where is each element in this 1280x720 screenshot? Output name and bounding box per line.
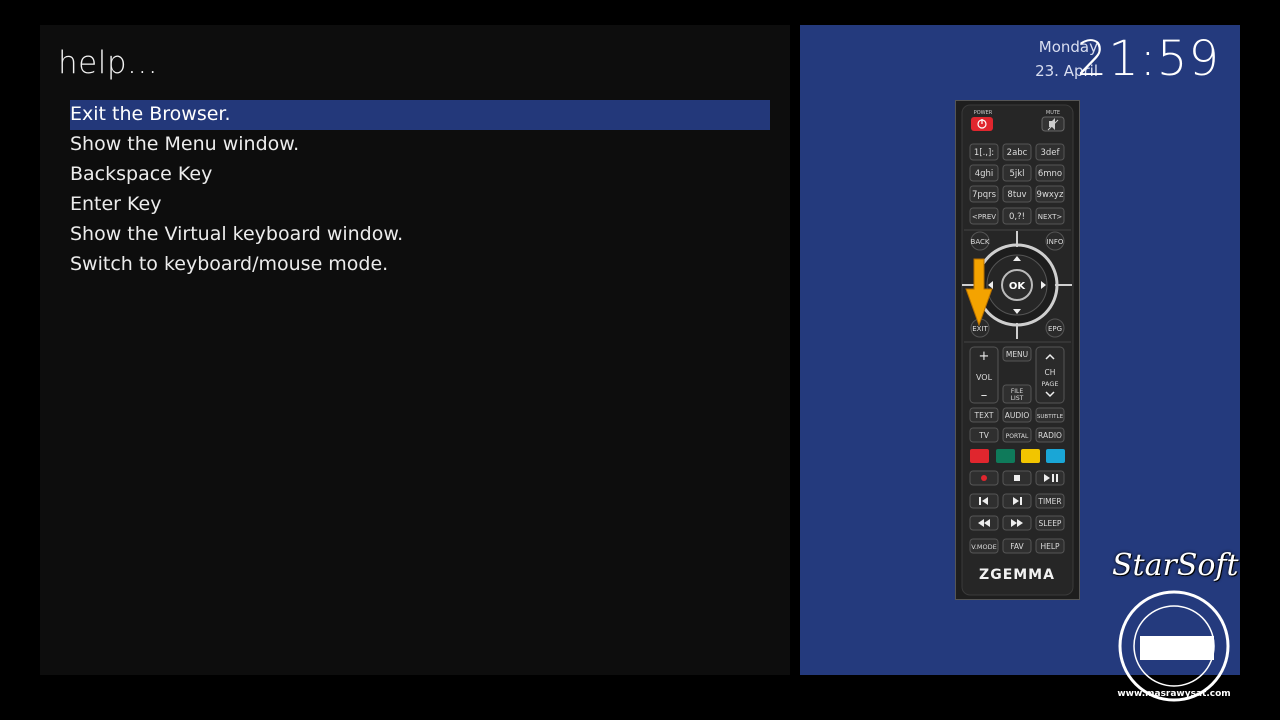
key-6: 6mno [1038, 169, 1062, 179]
key-text: TEXT [974, 411, 994, 420]
file-label: FILE [1011, 388, 1024, 395]
page-label: PAGE [1042, 380, 1059, 388]
help-item-show-menu[interactable]: Show the Menu window. [70, 130, 770, 160]
list-label: LIST [1011, 395, 1024, 402]
key-radio: RADIO [1038, 431, 1062, 440]
key-4: 4ghi [975, 169, 994, 179]
key-next: NEXT> [1038, 213, 1063, 221]
record-icon [981, 475, 987, 481]
power-label: POWER [974, 110, 993, 116]
key-audio: AUDIO [1005, 411, 1030, 420]
key-9: 9wxyz [1037, 190, 1064, 200]
key-0: 0,?! [1009, 212, 1025, 222]
vol-label: VOL [976, 373, 993, 382]
help-item-backspace[interactable]: Backspace Key [70, 160, 770, 190]
key-tv: TV [978, 431, 990, 440]
remote-brand-logo: ZGEMMA [979, 567, 1055, 583]
key-exit: EXIT [972, 325, 988, 333]
key-1: 1[.,]: [974, 148, 994, 158]
stop-icon [1014, 475, 1020, 481]
key-portal: PORTAL [1006, 433, 1029, 440]
help-item-keyboard-mouse[interactable]: Switch to keyboard/mouse mode. [70, 250, 770, 280]
ch-label: CH [1045, 368, 1056, 377]
watermark-brand: StarSoft [1112, 548, 1239, 583]
blue-key [1046, 449, 1065, 463]
key-3: 3def [1040, 148, 1060, 158]
page-title: help... [58, 45, 159, 81]
green-key [996, 449, 1015, 463]
key-menu: MENU [1006, 350, 1028, 359]
key-fav: FAV [1010, 542, 1024, 551]
remote-control-image: POWER MUTE 1[.,]: 2abc 3def 4ghi 5jkl 6m… [955, 100, 1080, 600]
watermark: StarSoft www.masrawysat.com [1108, 548, 1258, 708]
key-back: BACK [971, 238, 990, 246]
red-key [970, 449, 989, 463]
help-panel: help... Exit the Browser. Show the Menu … [40, 25, 790, 675]
key-2: 2abc [1007, 148, 1028, 158]
ok-label: OK [1009, 281, 1027, 292]
key-8: 8tuv [1007, 190, 1026, 200]
help-list: Exit the Browser. Show the Menu window. … [70, 100, 770, 280]
yellow-key [1021, 449, 1040, 463]
key-5: 5jkl [1009, 169, 1024, 179]
help-item-virtual-keyboard[interactable]: Show the Virtual keyboard window. [70, 220, 770, 250]
key-timer: TIMER [1037, 497, 1061, 506]
key-vmode: V.MODE [971, 543, 997, 551]
key-subtitle: SUBTITLE [1037, 414, 1064, 420]
watermark-seal-icon: www.masrawysat.com [1117, 590, 1231, 702]
key-help: HELP [1040, 542, 1060, 551]
svg-text:+: + [979, 349, 990, 364]
key-7: 7pqrs [972, 190, 997, 200]
mute-label: MUTE [1046, 110, 1060, 116]
key-epg: EPG [1048, 325, 1062, 333]
clock: 21:59 [1076, 31, 1220, 87]
help-item-enter[interactable]: Enter Key [70, 190, 770, 220]
key-prev: <PREV [972, 213, 996, 221]
watermark-site: www.masrawysat.com [1117, 689, 1230, 699]
svg-text:–: – [981, 388, 988, 403]
key-sleep: SLEEP [1039, 519, 1062, 528]
key-info: INFO [1047, 238, 1064, 246]
help-item-exit-browser[interactable]: Exit the Browser. [70, 100, 770, 130]
